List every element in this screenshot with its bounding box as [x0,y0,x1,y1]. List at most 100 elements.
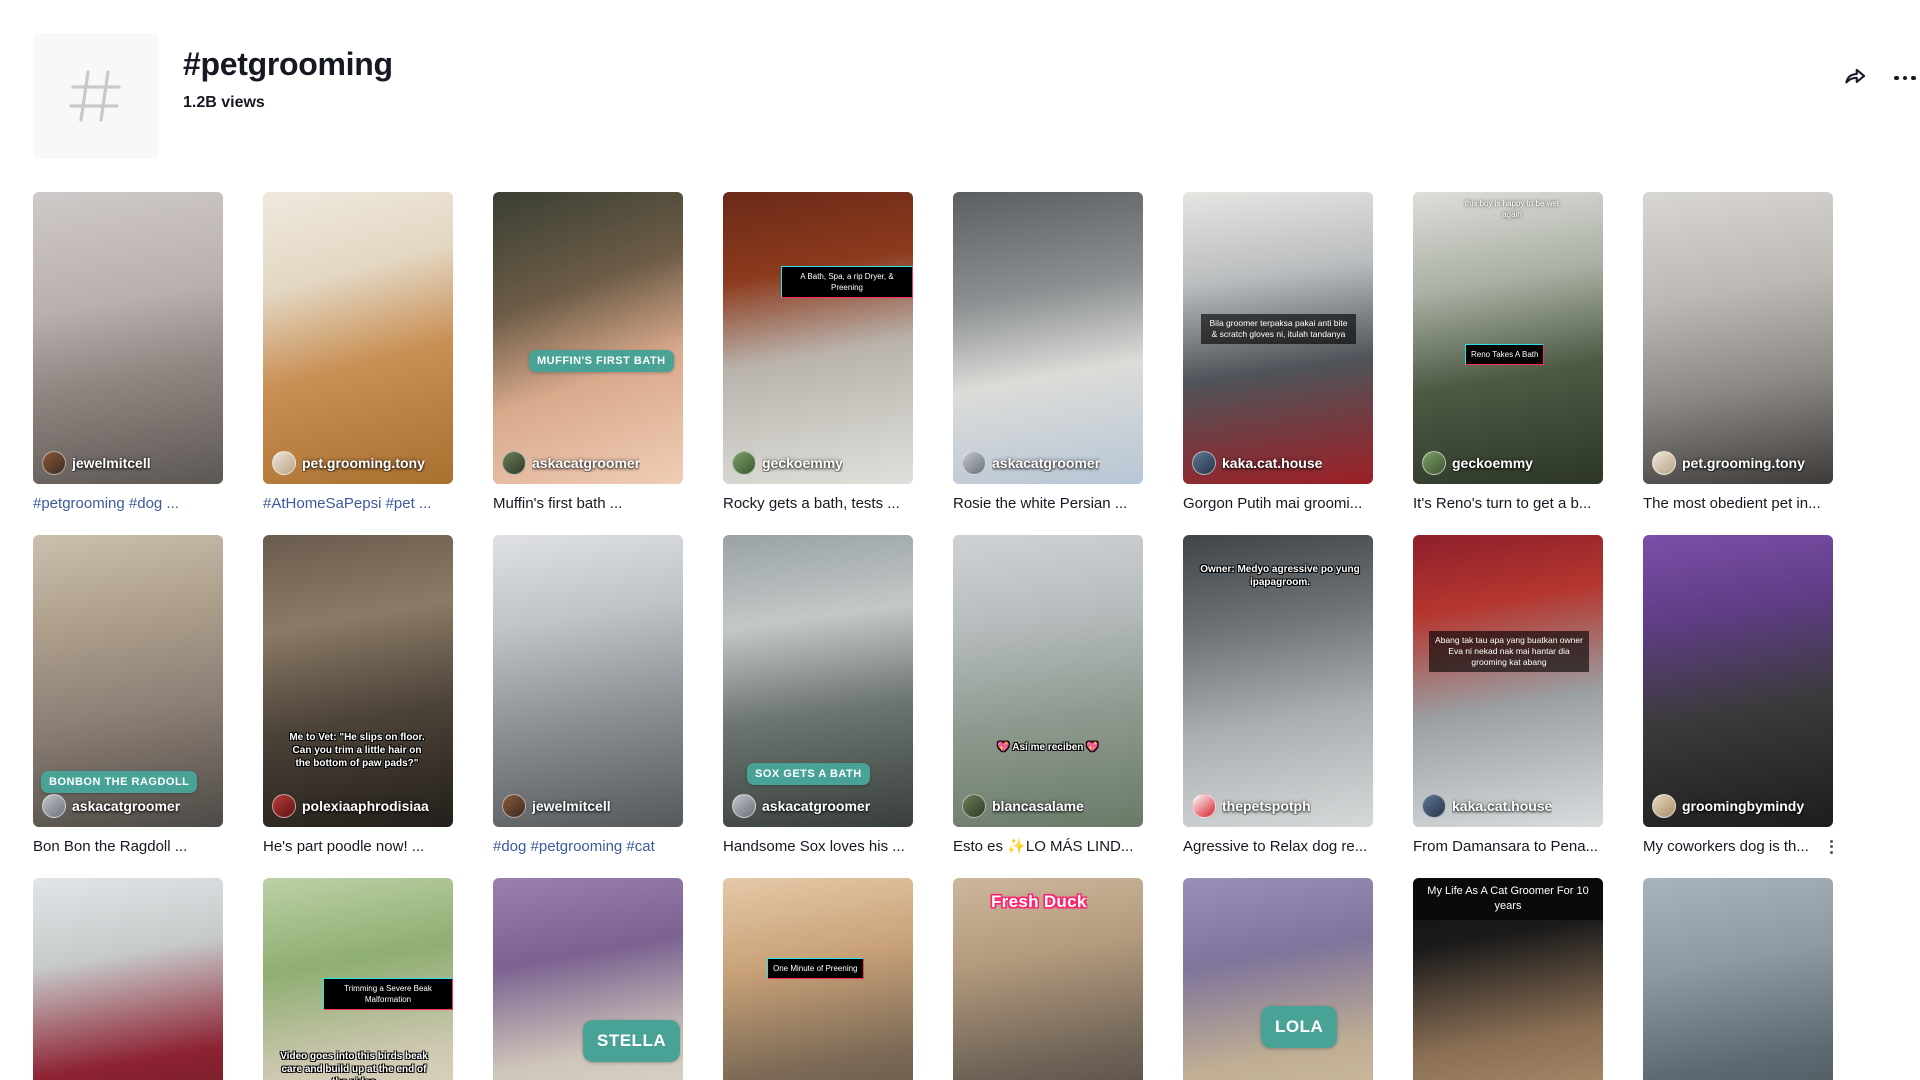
author-badge[interactable]: geckoemmy [1422,451,1533,475]
video-thumbnail[interactable]: Trimming a Severe Beak Malformation Video… [263,878,453,1080]
author-badge[interactable]: geckoemmy [732,451,843,475]
video-caption[interactable]: Muffin's first bath ... [493,494,683,513]
author-username: polexiaaphrodisiaa [302,797,429,814]
thumbnail-image [263,535,453,827]
video-thumbnail[interactable] [33,878,223,1080]
share-button[interactable] [1840,63,1870,93]
video-card[interactable]: jewelmitcell #dog #petgrooming #cat [493,535,683,878]
video-thumbnail[interactable]: askacatgroomer [953,192,1143,484]
video-thumbnail[interactable]: Owner: Medyo agressive po yung ipapagroo… [1183,535,1373,827]
author-badge[interactable]: kaka.cat.house [1422,794,1552,818]
video-card[interactable]: Fresh Duck [953,878,1143,1080]
video-thumbnail[interactable]: My Life As A Cat Groomer For 10 years [1413,878,1603,1080]
video-caption-text: Rosie the white Persian ... [953,495,1128,512]
video-caption[interactable]: Esto es ✨LO MÁS LIND... [953,837,1143,856]
video-thumbnail[interactable]: jewelmitcell [33,192,223,484]
author-badge[interactable]: blancasalame [962,794,1084,818]
avatar [1192,451,1216,475]
video-thumbnail[interactable]: STELLA [493,878,683,1080]
author-badge[interactable]: groomingbymindy [1652,794,1804,818]
video-card[interactable]: LOLA [1183,878,1373,1080]
video-card[interactable]: askacatgroomer Rosie the white Persian ..… [953,192,1143,535]
video-thumbnail[interactable]: pet.grooming.tony [1643,192,1833,484]
video-thumbnail[interactable]: A Bath, Spa, a rip Dryer, & Preening geck… [723,192,913,484]
video-card[interactable]: pet.grooming.tony The most obedient pet i… [1643,192,1833,535]
video-card[interactable]: My Life As A Cat Groomer For 10 years [1413,878,1603,1080]
video-card[interactable]: MUFFIN'S FIRST BATH askacatgroomer Muffin'… [493,192,683,535]
video-thumbnail[interactable]: this boy is happy to be wet again Reno Ta… [1413,192,1603,484]
view-count: 1.2B views [183,94,265,111]
video-thumbnail[interactable]: MUFFIN'S FIRST BATH askacatgroomer [493,192,683,484]
video-card[interactable]: 💖 Así me reciben 💖 blancasalame Esto es ✨L… [953,535,1143,878]
video-thumbnail[interactable]: jewelmitcell [493,535,683,827]
video-thumbnail[interactable]: SOX GETS A BATH askacatgroomer [723,535,913,827]
author-badge[interactable]: askacatgroomer [962,451,1100,475]
video-card[interactable]: STELLA [493,878,683,1080]
video-caption-text: Agressive to Relax dog re... [1183,838,1368,855]
video-caption-text: He's part poodle now! ... [263,838,425,855]
author-username: geckoemmy [762,454,843,471]
video-card[interactable]: Trimming a Severe Beak Malformation Video… [263,878,453,1080]
video-card[interactable]: this boy is happy to be wet again Reno Ta… [1413,192,1603,535]
author-badge[interactable]: thepetspotph [1192,794,1311,818]
video-card[interactable]: Bila groomer terpaksa pakai anti bite & … [1183,192,1373,535]
author-badge[interactable]: askacatgroomer [732,794,870,818]
video-caption[interactable]: #AtHomeSaPepsi #pet ... [263,494,453,513]
thumbnail-image [1183,878,1373,1080]
more-options-button[interactable] [1890,63,1920,93]
video-thumbnail[interactable]: Fresh Duck [953,878,1143,1080]
author-badge[interactable]: pet.grooming.tony [272,451,425,475]
video-caption[interactable]: Handsome Sox loves his ... [723,837,913,856]
ellipsis-vertical-icon[interactable] [1830,839,1833,854]
video-caption[interactable]: Bon Bon the Ragdoll ... [33,837,223,856]
author-badge[interactable]: jewelmitcell [42,451,151,475]
video-caption[interactable]: Agressive to Relax dog re... [1183,837,1373,856]
thumbnail-image [263,192,453,484]
video-thumbnail[interactable]: groomingbymindy [1643,535,1833,827]
video-caption[interactable]: #petgrooming #dog ... [33,494,223,513]
video-caption[interactable]: From Damansara to Pena... [1413,837,1603,856]
video-card[interactable]: groomingbymindy My coworkers dog is th... [1643,535,1833,878]
video-card[interactable]: Me to Vet: "He slips on floor. Can you t… [263,535,453,878]
author-badge[interactable]: askacatgroomer [42,794,180,818]
video-thumbnail[interactable]: pet.grooming.tony [263,192,453,484]
video-thumbnail[interactable]: LOLA [1183,878,1373,1080]
avatar [42,451,66,475]
video-thumbnail[interactable]: 💖 Así me reciben 💖 blancasalame [953,535,1143,827]
video-card[interactable]: BONBON THE RAGDOLL askacatgroomer Bon Bon … [33,535,223,878]
video-caption[interactable]: He's part poodle now! ... [263,837,453,856]
video-thumbnail[interactable] [1643,878,1833,1080]
video-card[interactable]: Owner: Medyo agressive po yung ipapagroo… [1183,535,1373,878]
author-badge[interactable]: kaka.cat.house [1192,451,1322,475]
page-title: #petgrooming [183,46,393,82]
author-badge[interactable]: jewelmitcell [502,794,611,818]
video-card[interactable]: A Bath, Spa, a rip Dryer, & Preening geck… [723,192,913,535]
video-thumbnail[interactable]: Abang tak tau apa yang buatkan owner Eva… [1413,535,1603,827]
video-card[interactable] [1643,878,1833,1080]
thumbnail-image [1643,878,1833,1080]
video-thumbnail[interactable]: Bila groomer terpaksa pakai anti bite & … [1183,192,1373,484]
author-badge[interactable]: polexiaaphrodisiaa [272,794,429,818]
video-caption[interactable]: It's Reno's turn to get a b... [1413,494,1603,513]
video-card[interactable]: Abang tak tau apa yang buatkan owner Eva… [1413,535,1603,878]
video-caption[interactable]: Gorgon Putih mai groomi... [1183,494,1373,513]
video-caption-text: From Damansara to Pena... [1413,838,1599,855]
video-caption[interactable]: Rocky gets a bath, tests ... [723,494,913,513]
video-caption[interactable]: The most obedient pet in... [1643,494,1833,513]
video-card[interactable]: One Minute of Preening [723,878,913,1080]
avatar [42,794,66,818]
thumbnail-image [493,535,683,827]
video-thumbnail[interactable]: Me to Vet: "He slips on floor. Can you t… [263,535,453,827]
video-caption[interactable]: #dog #petgrooming #cat [493,837,683,856]
author-badge[interactable]: pet.grooming.tony [1652,451,1805,475]
video-thumbnail[interactable]: BONBON THE RAGDOLL askacatgroomer [33,535,223,827]
video-card[interactable]: pet.grooming.tony #AtHomeSaPepsi #pet ... [263,192,453,535]
video-caption[interactable]: Rosie the white Persian ... [953,494,1143,513]
video-card[interactable] [33,878,223,1080]
video-caption-text: The most obedient pet in... [1643,495,1821,512]
video-caption[interactable]: My coworkers dog is th... [1643,837,1833,856]
author-badge[interactable]: askacatgroomer [502,451,640,475]
video-card[interactable]: SOX GETS A BATH askacatgroomer Handsome So… [723,535,913,878]
video-card[interactable]: jewelmitcell #petgrooming #dog ... [33,192,223,535]
video-thumbnail[interactable]: One Minute of Preening [723,878,913,1080]
